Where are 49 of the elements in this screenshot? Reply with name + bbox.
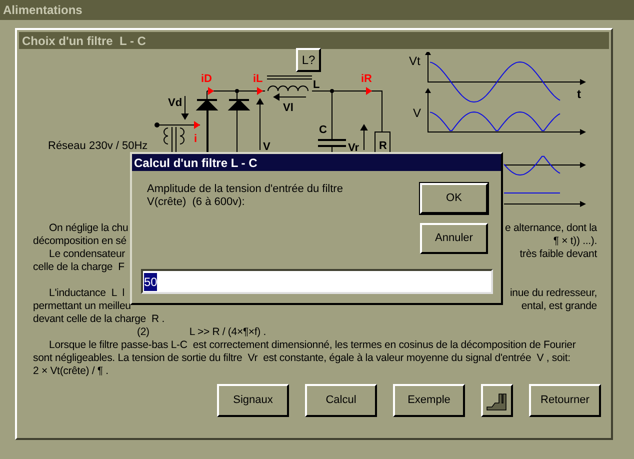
paragraph-text: permettant un meilleu <box>33 300 131 313</box>
paragraph-text: Le condensateur <box>48 248 125 261</box>
help-button[interactable]: L? <box>296 48 321 72</box>
circuit-label: iD <box>201 73 212 85</box>
circuit-label: i <box>194 133 198 145</box>
axis-label: t <box>577 87 581 101</box>
prompt-text: Amplitude de la tension d'entrée du filtre <box>147 183 343 196</box>
mains-label: Réseau 230v / 50Hz <box>48 139 148 154</box>
paragraph-text: L'inductance L l <box>48 287 124 300</box>
circuit-label: R <box>379 140 387 152</box>
circuit-label: Vl <box>283 102 294 114</box>
circuit-label: L <box>313 79 320 91</box>
dialog-title: Calcul d'un filtre L - C <box>134 154 258 172</box>
factory-button[interactable] <box>481 384 513 417</box>
action-button[interactable]: Retourner <box>529 384 601 417</box>
paragraph-text: ental, est grande <box>521 300 597 313</box>
paragraph-text: celle de la charge F <box>33 261 124 274</box>
axis-label: V <box>413 106 422 120</box>
dc-level-line <box>504 192 560 194</box>
circuit-label: iR <box>361 73 372 85</box>
paragraph-text: (2) <box>136 326 150 339</box>
ripple-wave <box>504 156 560 176</box>
circuit-label: Vr <box>348 142 360 153</box>
action-button[interactable]: Signaux <box>217 384 289 417</box>
action-button[interactable]: Exemple <box>393 384 465 417</box>
paragraph-text: L >> R / (4×¶×f) . <box>188 326 266 339</box>
paragraph-text: ¶ × t)) ...). <box>553 235 597 248</box>
prompt-text: V(crête) (6 à 600v): <box>147 196 246 209</box>
ok-button[interactable]: OK <box>420 183 488 214</box>
paragraph-text: inue du redresseur, <box>510 287 597 300</box>
paragraph-text: devant celle de la charge R . <box>33 313 164 326</box>
circuit-label: C <box>319 124 327 136</box>
window-title: Alimentations <box>3 2 82 19</box>
paragraph-text: Lorsque le filtre passe-bas L-C est correctement dimensionné, les termes en cosinus de la décomposition de Fourier <box>48 339 576 352</box>
paragraph-text: On néglige la chu <box>48 222 128 235</box>
axis-label: Vt <box>409 54 420 68</box>
paragraph-text: décomposition en sé <box>33 235 126 248</box>
paragraph-text: sont négligeables. La tension de sortie du filtre Vr est constante, égale à la valeur moyenne du signal d'entrée V , soit: <box>33 352 570 365</box>
paragraph-text: e alternance, dont la <box>504 222 597 235</box>
paragraph-text: très faible devant <box>520 248 597 261</box>
action-button[interactable]: Calcul <box>305 384 377 417</box>
circuit-label: Vd <box>168 97 182 109</box>
circuit-label: V <box>263 141 270 153</box>
paragraph-text: 2 × Vt(crête) / ¶ . <box>33 365 108 378</box>
cancel-button[interactable]: Annuler <box>420 223 488 254</box>
factory-icon <box>486 390 508 410</box>
input-field[interactable]: 50 <box>141 269 493 294</box>
panel-title: Choix d'un filtre L - C <box>22 32 146 50</box>
circuit-label: iL <box>253 73 263 85</box>
